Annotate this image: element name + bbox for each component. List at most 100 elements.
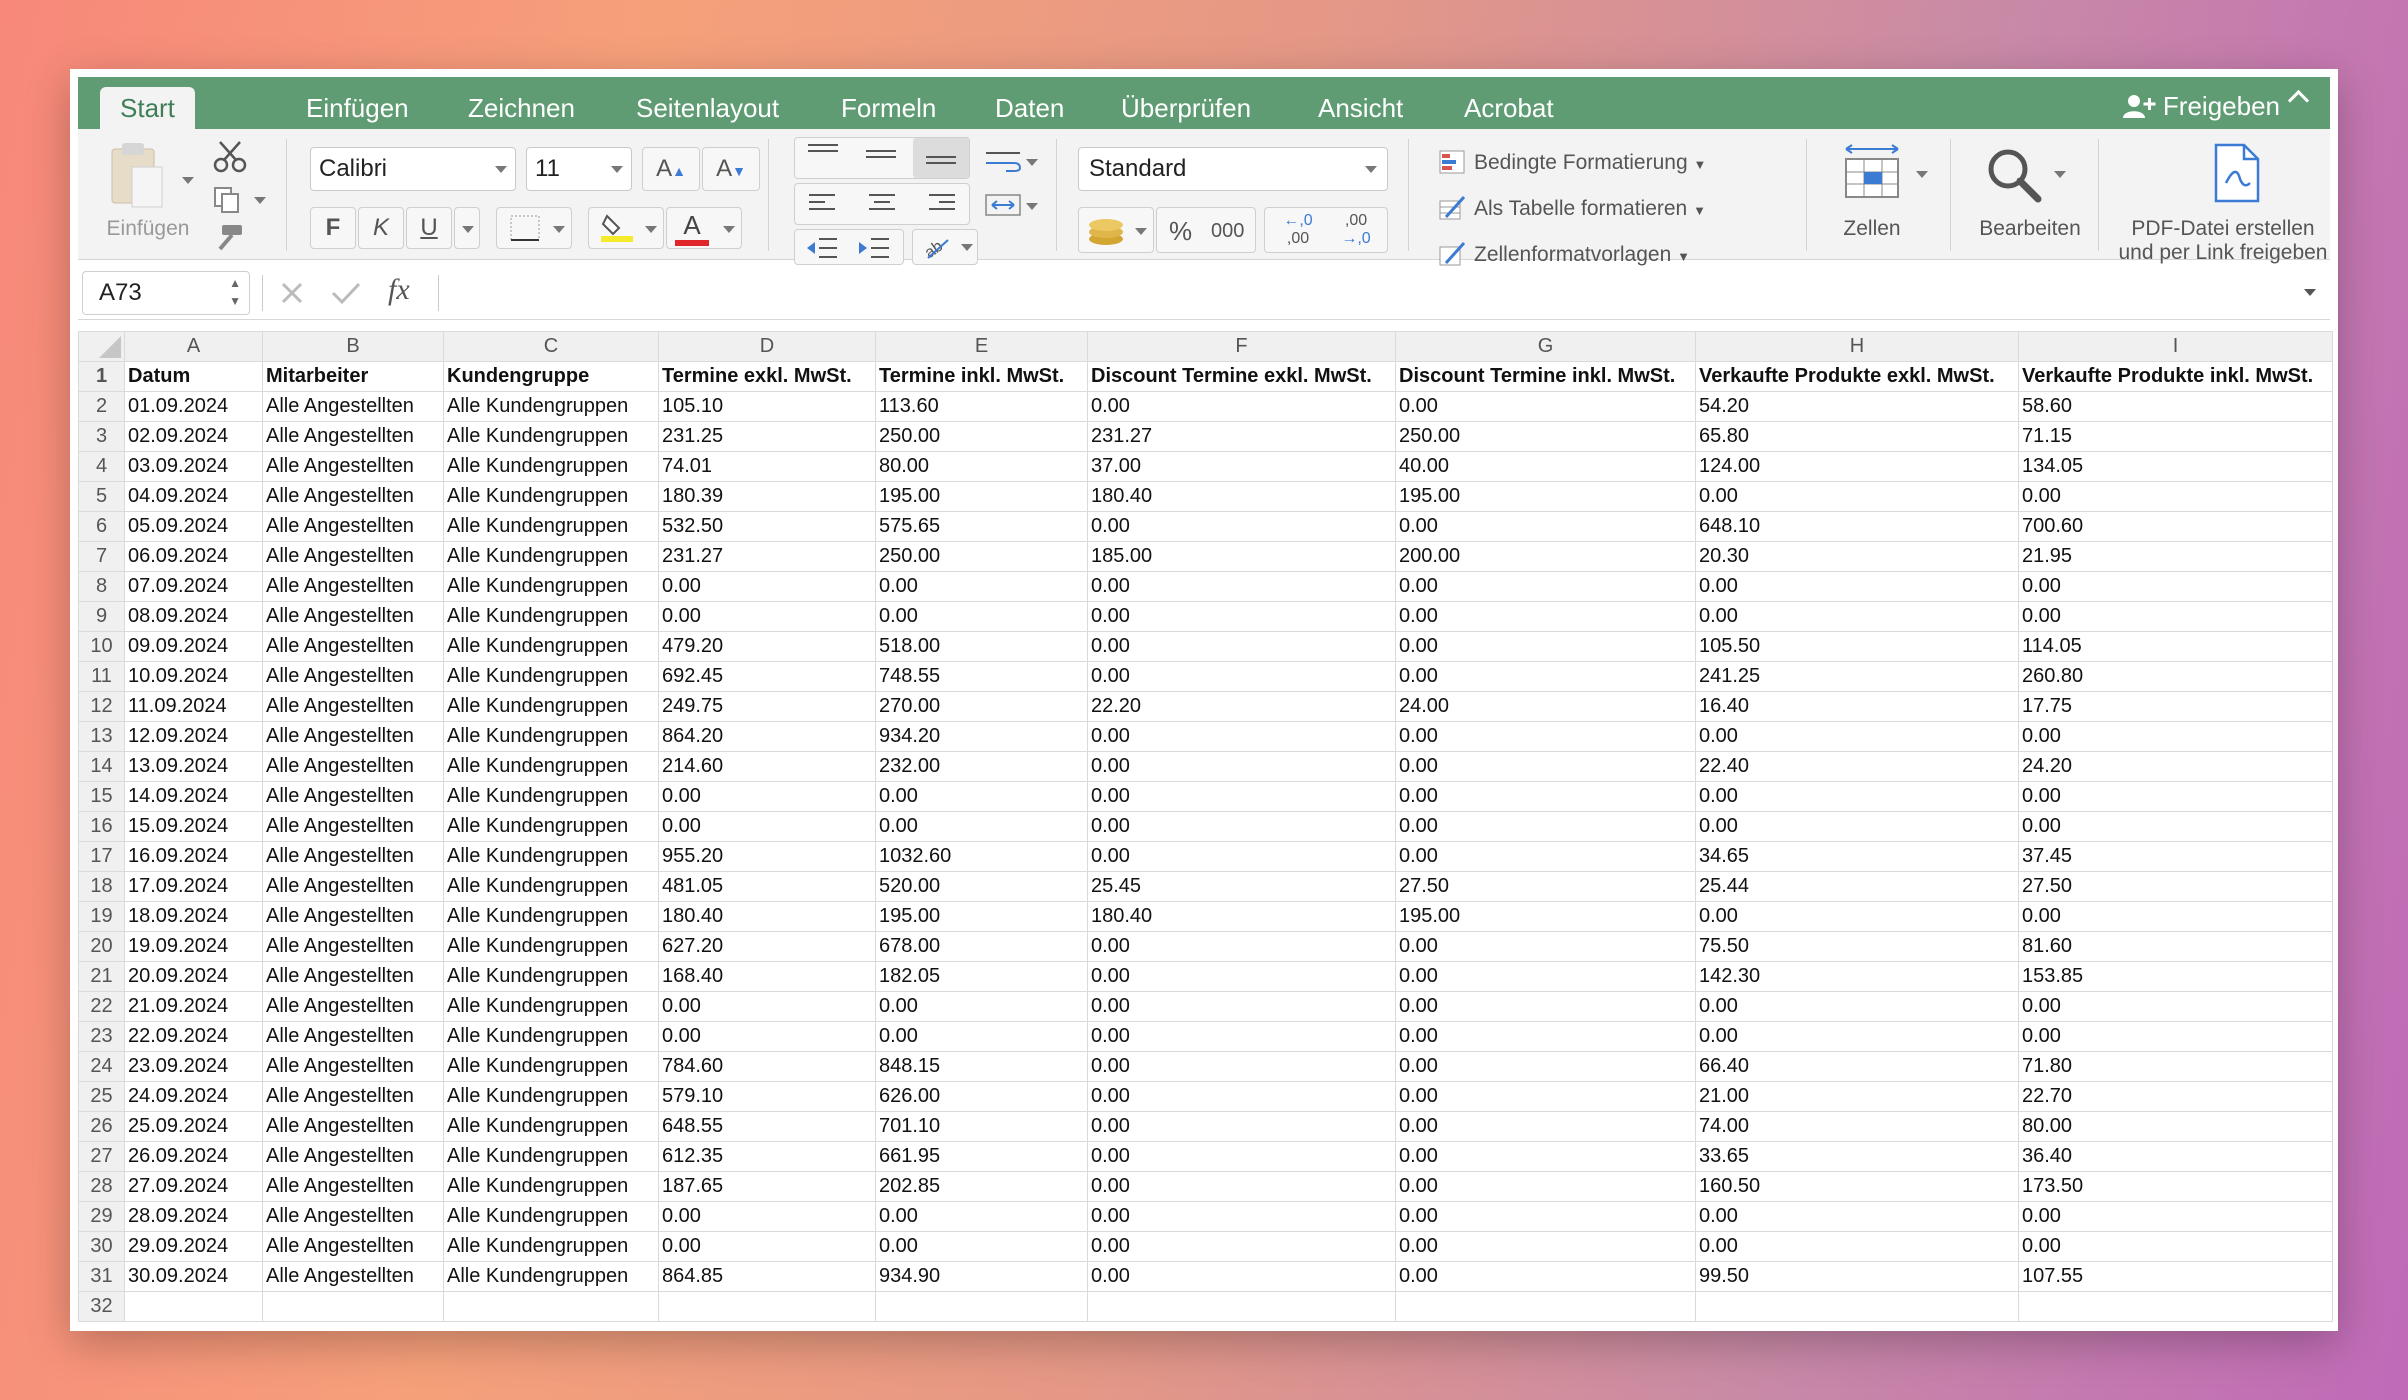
pdf-link-icon[interactable] [2208, 143, 2264, 203]
italic-button[interactable]: K [358, 207, 404, 249]
table-cell[interactable]: Alle Angestellten [262, 991, 444, 1022]
table-cell[interactable]: 848.15 [875, 1051, 1088, 1082]
table-cell[interactable]: 0.00 [2018, 1231, 2333, 1262]
row-header[interactable]: 32 [78, 1291, 125, 1322]
table-cell[interactable]: Alle Angestellten [262, 841, 444, 872]
row-header[interactable]: 4 [78, 451, 125, 482]
column-header-i[interactable]: I [2018, 331, 2333, 362]
table-cell[interactable]: 0.00 [1395, 721, 1696, 752]
row-header[interactable]: 16 [78, 811, 125, 842]
row-header[interactable]: 12 [78, 691, 125, 722]
table-cell[interactable]: 0.00 [2018, 721, 2333, 752]
row-header[interactable]: 27 [78, 1141, 125, 1172]
table-cell[interactable]: 0.00 [1087, 931, 1396, 962]
table-cell[interactable]: 153.85 [2018, 961, 2333, 992]
table-cell[interactable]: Alle Kundengruppen [443, 661, 659, 692]
table-cell[interactable]: 17.75 [2018, 691, 2333, 722]
table-cell[interactable]: 626.00 [875, 1081, 1088, 1112]
table-cell[interactable]: 20.09.2024 [124, 961, 263, 992]
row-header[interactable]: 24 [78, 1051, 125, 1082]
align-right-icon[interactable] [927, 192, 957, 216]
table-cell[interactable]: 195.00 [875, 481, 1088, 512]
paste-icon[interactable] [106, 141, 170, 211]
underline-dropdown[interactable] [454, 207, 480, 249]
edit-dropdown-icon[interactable] [2054, 171, 2066, 178]
column-title-cell[interactable]: Termine exkl. MwSt. [658, 361, 876, 392]
table-cell[interactable]: 481.05 [658, 871, 876, 902]
table-cell[interactable]: 0.00 [875, 811, 1088, 842]
table-cell[interactable]: 0.00 [1395, 1201, 1696, 1232]
table-cell[interactable]: 124.00 [1695, 451, 2019, 482]
table-cell[interactable]: 74.00 [1695, 1111, 2019, 1142]
table-cell[interactable]: 955.20 [658, 841, 876, 872]
table-cell[interactable] [875, 1291, 1088, 1322]
table-cell[interactable]: 134.05 [2018, 451, 2333, 482]
table-cell[interactable]: Alle Kundengruppen [443, 1081, 659, 1112]
number-format-select[interactable]: Standard [1078, 147, 1388, 191]
row-header[interactable]: 9 [78, 601, 125, 632]
row-header[interactable]: 28 [78, 1171, 125, 1202]
table-cell[interactable]: 934.90 [875, 1261, 1088, 1292]
table-cell[interactable]: 27.50 [2018, 871, 2333, 902]
cut-icon[interactable] [212, 139, 248, 175]
table-cell[interactable]: 0.00 [1087, 721, 1396, 752]
row-header[interactable]: 11 [78, 661, 125, 692]
column-title-cell[interactable]: Kundengruppe [443, 361, 659, 392]
table-cell[interactable] [1395, 1291, 1696, 1322]
table-cell[interactable]: 22.09.2024 [124, 1021, 263, 1052]
table-cell[interactable]: Alle Angestellten [262, 781, 444, 812]
row-header[interactable]: 2 [78, 391, 125, 422]
table-cell[interactable]: 0.00 [2018, 901, 2333, 932]
table-cell[interactable]: 24.20 [2018, 751, 2333, 782]
format-as-table-button[interactable]: Als Tabelle formatieren ▼ [1438, 195, 1706, 223]
table-cell[interactable]: Alle Kundengruppen [443, 1111, 659, 1142]
table-cell[interactable]: 21.00 [1695, 1081, 2019, 1112]
table-cell[interactable]: Alle Angestellten [262, 1171, 444, 1202]
table-cell[interactable] [443, 1291, 659, 1322]
column-header-h[interactable]: H [1695, 331, 2019, 362]
table-cell[interactable]: Alle Angestellten [262, 1201, 444, 1232]
decrease-indent-icon[interactable] [805, 236, 839, 260]
table-cell[interactable]: 479.20 [658, 631, 876, 662]
table-cell[interactable]: 934.20 [875, 721, 1088, 752]
table-cell[interactable]: 0.00 [1695, 811, 2019, 842]
table-cell[interactable]: Alle Angestellten [262, 661, 444, 692]
table-cell[interactable]: 12.09.2024 [124, 721, 263, 752]
align-bottom-button[interactable] [913, 138, 969, 178]
table-cell[interactable]: 71.15 [2018, 421, 2333, 452]
table-cell[interactable]: 0.00 [1087, 1261, 1396, 1292]
table-cell[interactable]: Alle Kundengruppen [443, 1021, 659, 1052]
table-cell[interactable]: 250.00 [875, 421, 1088, 452]
table-cell[interactable]: 0.00 [1395, 991, 1696, 1022]
table-cell[interactable]: Alle Angestellten [262, 1231, 444, 1262]
table-cell[interactable]: 0.00 [2018, 991, 2333, 1022]
table-cell[interactable]: 180.40 [658, 901, 876, 932]
table-cell[interactable]: 160.50 [1695, 1171, 2019, 1202]
column-title-cell[interactable]: Discount Termine inkl. MwSt. [1395, 361, 1696, 392]
table-cell[interactable]: 195.00 [1395, 481, 1696, 512]
table-cell[interactable]: 74.01 [658, 451, 876, 482]
table-cell[interactable] [262, 1291, 444, 1322]
column-header-c[interactable]: C [443, 331, 659, 362]
table-cell[interactable]: Alle Angestellten [262, 1141, 444, 1172]
bold-button[interactable]: F [310, 207, 356, 249]
align-middle-button[interactable] [853, 138, 909, 178]
table-cell[interactable]: 0.00 [2018, 1021, 2333, 1052]
table-cell[interactable]: Alle Angestellten [262, 931, 444, 962]
row-header[interactable]: 6 [78, 511, 125, 542]
table-cell[interactable]: Alle Angestellten [262, 751, 444, 782]
table-cell[interactable]: 0.00 [875, 1021, 1088, 1052]
table-cell[interactable]: 16.09.2024 [124, 841, 263, 872]
table-cell[interactable]: 13.09.2024 [124, 751, 263, 782]
column-header-d[interactable]: D [658, 331, 876, 362]
table-cell[interactable]: 0.00 [658, 601, 876, 632]
table-cell[interactable]: 0.00 [1395, 1231, 1696, 1262]
name-box[interactable]: A73 ▲ ▼ [82, 271, 250, 315]
table-cell[interactable]: 22.20 [1087, 691, 1396, 722]
table-cell[interactable]: 701.10 [875, 1111, 1088, 1142]
table-cell[interactable]: Alle Kundengruppen [443, 481, 659, 512]
table-cell[interactable]: Alle Kundengruppen [443, 421, 659, 452]
cancel-icon[interactable] [278, 279, 306, 307]
table-cell[interactable]: 25.09.2024 [124, 1111, 263, 1142]
table-cell[interactable]: 33.65 [1695, 1141, 2019, 1172]
